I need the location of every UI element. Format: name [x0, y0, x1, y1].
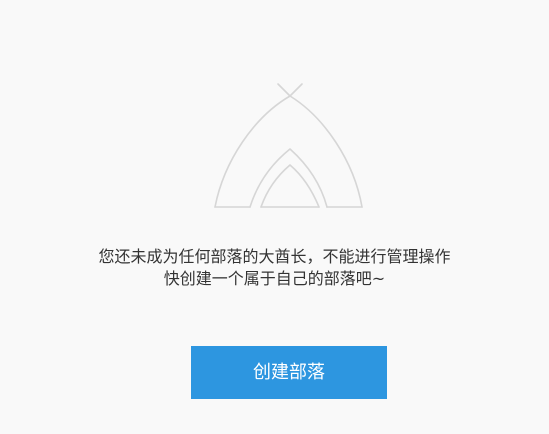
- empty-state-message: 您还未成为任何部落的大酋长，不能进行管理操作 快创建一个属于自己的部落吧~: [0, 246, 549, 290]
- create-tribe-button[interactable]: 创建部落: [191, 346, 387, 399]
- tent-icon: [212, 81, 365, 210]
- empty-state-panel: 您还未成为任何部落的大酋长，不能进行管理操作 快创建一个属于自己的部落吧~ 创建…: [0, 0, 549, 434]
- empty-state-message-line-2: 快创建一个属于自己的部落吧~: [163, 269, 386, 288]
- empty-state-message-line-1: 您还未成为任何部落的大酋长，不能进行管理操作: [98, 247, 451, 266]
